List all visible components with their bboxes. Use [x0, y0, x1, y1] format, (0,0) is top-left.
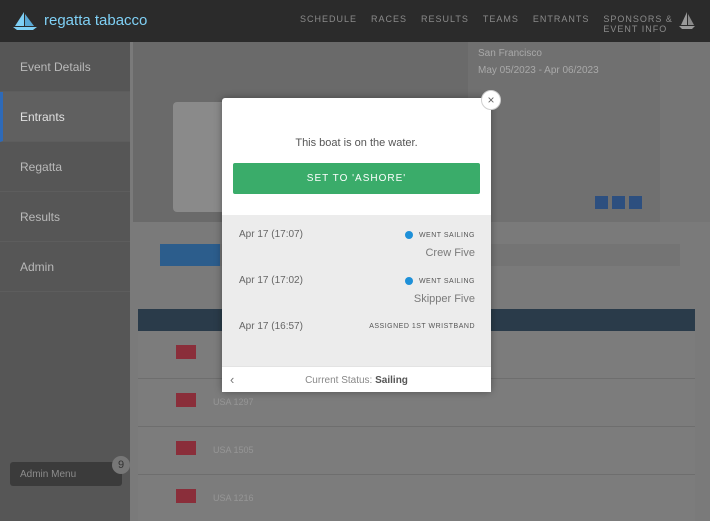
admin-menu-button[interactable]: Admin Menu 9	[10, 456, 130, 486]
table-row[interactable]: USA 1216	[138, 475, 695, 521]
event-info-panel: San Francisco May 05/2023 - Apr 06/2023	[468, 42, 660, 222]
top-nav: SCHEDULE RACES RESULTS TEAMS ENTRANTS SP…	[300, 14, 710, 34]
twitter-icon[interactable]	[612, 196, 625, 209]
nav-item-races[interactable]: RACES	[371, 14, 407, 34]
current-status-label: Current Status:	[305, 375, 373, 386]
status-dot-icon	[404, 231, 413, 239]
sailboat-logo-icon	[13, 12, 37, 30]
history-date: Apr 17 (16:57)	[239, 321, 303, 332]
boat-number: USA 1216	[213, 493, 254, 503]
history-event-label: WENT SAILING	[418, 277, 475, 285]
sidebar-item-admin[interactable]: Admin	[0, 242, 130, 292]
nav-item-teams[interactable]: TEAMS	[483, 14, 519, 34]
brand-name: regatta tabacco	[44, 11, 148, 29]
status-history: Apr 17 (17:07) WENT SAILING Crew Five Ap…	[222, 215, 491, 366]
sidebar-item-results[interactable]: Results	[0, 192, 130, 242]
sidebar-item-event-details[interactable]: Event Details	[0, 42, 130, 92]
history-entry: Apr 17 (17:07) WENT SAILING Crew Five	[222, 215, 491, 259]
active-tab-button[interactable]	[160, 244, 220, 266]
nav-item-schedule[interactable]: SCHEDULE	[300, 14, 357, 34]
nav-item-entrants[interactable]: ENTRANTS	[533, 14, 590, 34]
history-entry: Apr 17 (16:57) ASSIGNED 1ST WRISTBAND	[222, 307, 491, 347]
flag-icon	[176, 345, 196, 359]
flag-icon	[176, 393, 196, 407]
brand[interactable]: regatta tabacco	[12, 10, 147, 30]
history-date: Apr 17 (17:07)	[239, 229, 303, 240]
event-dates: May 05/2023 - Apr 06/2023	[478, 65, 599, 76]
history-event-label: ASSIGNED 1ST WRISTBAND	[369, 323, 475, 330]
modal-message: This boat is on the water.	[295, 137, 418, 149]
facebook-icon[interactable]	[595, 196, 608, 209]
share-icon[interactable]	[629, 196, 642, 209]
right-panel	[660, 42, 710, 222]
history-event: ASSIGNED 1ST WRISTBAND	[369, 323, 475, 330]
flag-icon	[176, 489, 196, 503]
history-date: Apr 17 (17:02)	[239, 275, 303, 286]
history-person: Skipper Five	[413, 293, 475, 305]
history-event: WENT SAILING	[404, 231, 475, 239]
admin-menu-label: Admin Menu	[20, 468, 77, 480]
table-row[interactable]: USA 1505	[138, 427, 695, 475]
close-icon[interactable]: ×	[481, 90, 501, 110]
sidebar: Event Details Entrants Regatta Results A…	[0, 42, 130, 521]
status-dot-icon	[404, 277, 413, 285]
boat-status-modal: × This boat is on the water. SET TO 'ASH…	[222, 90, 501, 392]
boat-number: USA 1505	[213, 445, 254, 455]
flag-icon	[176, 441, 196, 455]
admin-menu-badge: 9	[112, 456, 130, 474]
current-status-bar: ‹ Current Status: Sailing	[222, 366, 491, 392]
nav-item-results[interactable]: RESULTS	[421, 14, 469, 34]
sidebar-item-regatta[interactable]: Regatta	[0, 142, 130, 192]
history-entry: Apr 17 (17:02) WENT SAILING Skipper Five	[222, 261, 491, 305]
history-event-label: WENT SAILING	[418, 231, 475, 239]
history-person: Crew Five	[425, 247, 475, 259]
social-links	[595, 196, 642, 209]
sidebar-item-entrants[interactable]: Entrants	[0, 92, 130, 142]
set-ashore-button[interactable]: SET TO 'ASHORE'	[233, 163, 480, 194]
event-location: San Francisco	[478, 48, 542, 59]
current-status: Current Status: Sailing	[222, 375, 491, 386]
current-status-value: Sailing	[375, 375, 408, 386]
history-event: WENT SAILING	[404, 277, 475, 285]
top-bar: regatta tabacco SCHEDULE RACES RESULTS T…	[0, 0, 710, 42]
sailboat-menu-icon[interactable]	[676, 8, 698, 30]
boat-number: USA 1297	[213, 397, 254, 407]
